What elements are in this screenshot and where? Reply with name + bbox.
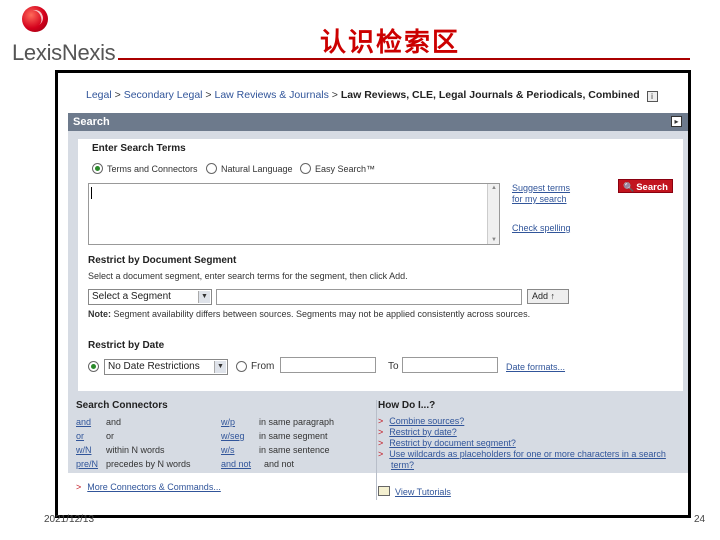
scroll-down-icon[interactable]: ▼	[490, 237, 498, 243]
view-tutorials-link[interactable]: View Tutorials	[395, 487, 451, 497]
mode-easy-search-label: Easy Search™	[315, 164, 376, 174]
section-divider	[376, 400, 377, 500]
scroll-up-icon[interactable]: ▲	[490, 185, 498, 191]
arrow-right-icon: >	[378, 427, 384, 437]
segment-instruction: Select a document segment, enter search …	[88, 271, 408, 281]
breadcrumb: Legal > Secondary Legal > Law Reviews & …	[86, 89, 658, 102]
how-do-i-item: > Restrict by date?	[378, 427, 457, 437]
arrow-right-icon: >	[378, 416, 384, 426]
restrict-date-label: Restrict by Date	[88, 340, 165, 351]
restrict-segment-label: Restrict by Document Segment	[88, 255, 237, 266]
search-panel-header: Search ▸	[68, 113, 688, 131]
from-date-input[interactable]	[280, 357, 376, 373]
segment-select[interactable]: Select a Segment ▼	[88, 289, 212, 305]
mode-terms-connectors-radio[interactable]	[92, 163, 103, 174]
tutorial-icon	[378, 486, 390, 496]
enter-search-terms-label: Enter Search Terms	[92, 143, 186, 154]
how-do-i: How Do I...? > Combine sources? > Restrict…	[378, 400, 683, 497]
slide-date: 2021/12/13	[44, 514, 95, 525]
screenshot-frame: Legal > Secondary Legal > Law Reviews & …	[55, 70, 691, 518]
arrow-right-icon: >	[378, 449, 384, 459]
how-do-i-item: > Use wildcards as placeholders for one o…	[378, 449, 666, 470]
search-connectors: Search Connectors and and w/p in same pa…	[76, 400, 335, 469]
search-panel: Search ▸ Enter Search Terms Terms and Co…	[68, 113, 688, 500]
to-date-input[interactable]	[402, 357, 498, 373]
lexisnexis-logo: LexisNexis	[12, 40, 116, 65]
more-connectors-item: > More Connectors & Commands...	[76, 482, 221, 492]
date-restriction-select[interactable]: No Date Restrictions ▼	[104, 359, 228, 375]
arrow-right-icon: >	[378, 438, 384, 448]
mode-terms-connectors-label: Terms and Connectors	[107, 164, 198, 174]
search-terms-textarea[interactable]: ▲ ▼	[88, 183, 500, 245]
arrow-up-icon: ↑	[550, 291, 556, 301]
info-icon[interactable]: i	[646, 91, 658, 102]
how-do-i-title: How Do I...?	[378, 400, 436, 411]
search-form: Enter Search Terms Terms and Connectors …	[78, 139, 683, 391]
date-range-radio[interactable]	[236, 361, 247, 372]
mode-natural-language-label: Natural Language	[221, 164, 293, 174]
how-do-i-item: > Combine sources?	[378, 416, 465, 426]
slide-title: 认识检索区	[320, 28, 461, 58]
text-caret	[91, 187, 92, 199]
check-spelling-link[interactable]: Check spelling	[512, 223, 571, 233]
suggest-terms-link[interactable]: Suggest terms for my search	[512, 183, 582, 205]
breadcrumb-current: Law Reviews, CLE, Legal Journals & Perio…	[340, 89, 640, 101]
more-connectors-link[interactable]: More Connectors & Commands...	[87, 482, 221, 492]
breadcrumb-legal[interactable]: Legal	[86, 89, 112, 101]
collapse-icon[interactable]: ▸	[671, 116, 682, 127]
mode-natural-language-radio[interactable]	[206, 163, 217, 174]
arrow-right-icon: >	[76, 482, 82, 492]
from-label: From	[251, 361, 275, 372]
search-button[interactable]: 🔍 Search	[618, 179, 673, 193]
mode-easy-search-radio[interactable]	[300, 163, 311, 174]
breadcrumb-secondary-legal[interactable]: Secondary Legal	[124, 89, 203, 101]
to-label: To	[388, 361, 399, 372]
breadcrumb-law-reviews[interactable]: Law Reviews & Journals	[214, 89, 328, 101]
chevron-down-icon: ▼	[214, 361, 226, 373]
date-no-restrictions-radio[interactable]	[88, 361, 99, 372]
segment-note: Note: Segment availability differs betwe…	[88, 309, 531, 319]
chevron-down-icon: ▼	[198, 291, 210, 303]
slide-page-number: 24	[694, 514, 706, 525]
magnifier-icon: 🔍	[623, 182, 635, 192]
add-button[interactable]: Add ↑	[527, 289, 569, 304]
lexisnexis-globe-icon	[22, 6, 48, 32]
textarea-scrollbar[interactable]: ▲ ▼	[487, 184, 499, 244]
header-rule	[118, 58, 690, 60]
how-do-i-item: > Restrict by document segment?	[378, 438, 516, 448]
connectors-title: Search Connectors	[76, 400, 168, 411]
segment-terms-input[interactable]	[216, 289, 522, 305]
date-formats-link[interactable]: Date formats...	[506, 362, 565, 372]
